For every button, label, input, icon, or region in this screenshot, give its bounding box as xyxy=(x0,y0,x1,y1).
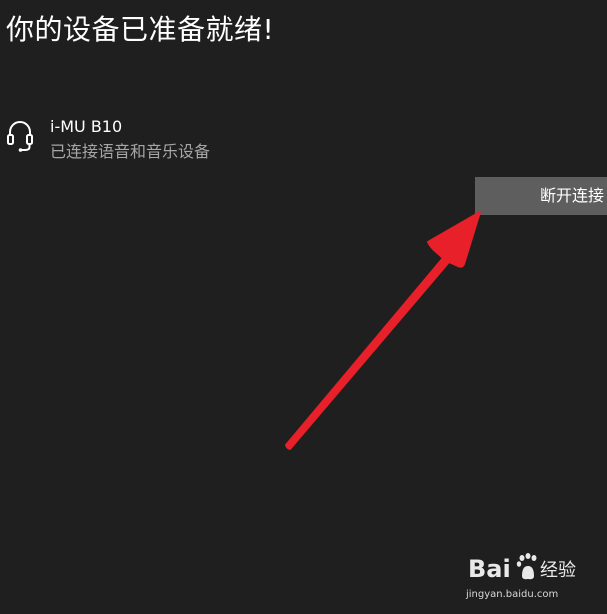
device-status: 已连接语音和音乐设备 xyxy=(50,142,211,161)
page-title: 你的设备已准备就绪! xyxy=(6,13,275,46)
device-entry[interactable]: i-MU B10 已连接语音和音乐设备 xyxy=(6,114,306,170)
svg-text:经验: 经验 xyxy=(540,560,576,581)
device-name: i-MU B10 xyxy=(50,117,123,136)
baidu-jingyan-watermark: Bai 经验 jingyan.baidu.com xyxy=(462,548,602,608)
svg-text:Bai: Bai xyxy=(468,555,511,583)
baidu-logo-icon: Bai 经验 xyxy=(468,553,576,583)
headset-icon xyxy=(7,121,33,152)
red-arrow-icon xyxy=(285,211,481,450)
disconnect-button[interactable]: 断开连接 xyxy=(475,177,607,215)
watermark-url: jingyan.baidu.com xyxy=(466,589,559,600)
